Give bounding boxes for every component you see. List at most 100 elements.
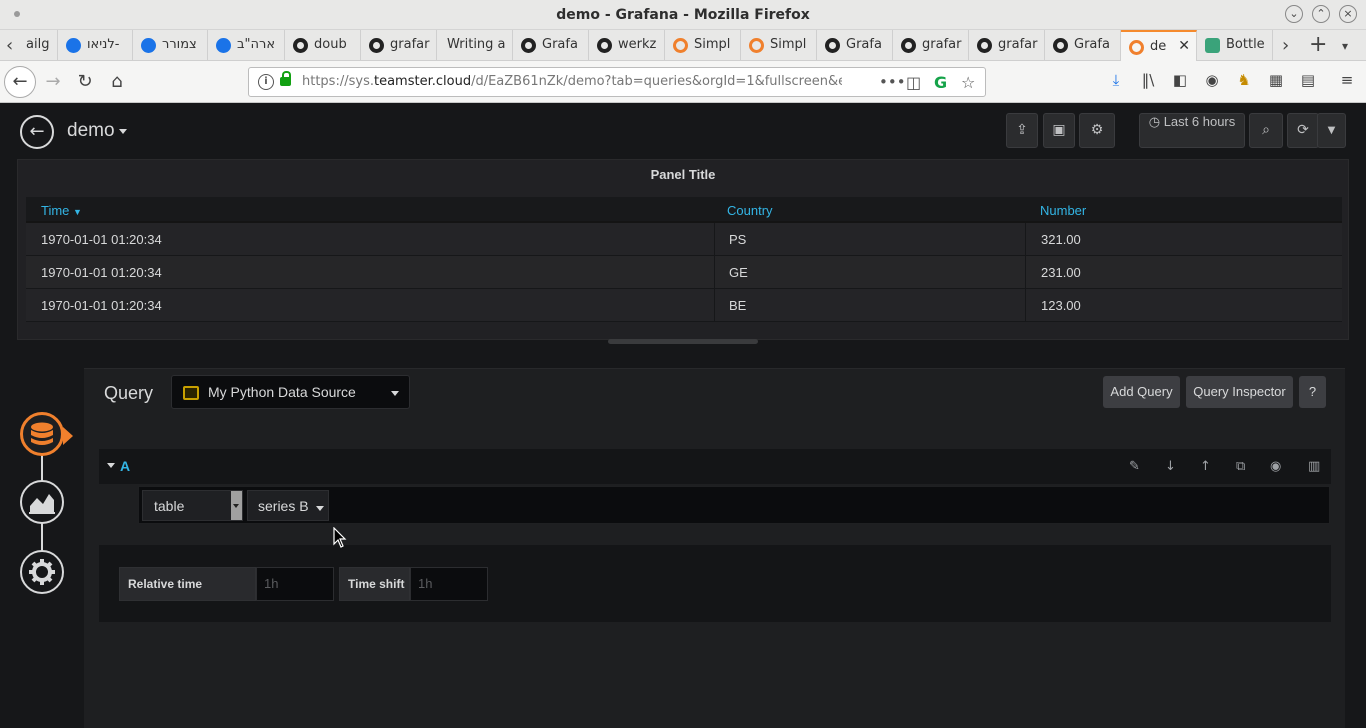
scroll-tabs-left-icon[interactable]: ‹: [6, 35, 13, 56]
query-ref-id[interactable]: A: [120, 458, 130, 474]
browser-tab[interactable]: Bottle: [1197, 30, 1273, 61]
page-actions-icon[interactable]: •••: [879, 73, 906, 91]
query-section-title: Query: [104, 383, 154, 403]
panel-title[interactable]: Panel Title: [18, 167, 1348, 182]
library-icon[interactable]: ‖\: [1137, 69, 1159, 91]
move-down-icon[interactable]: ↓: [1165, 459, 1176, 474]
window-title: demo - Grafana - Mozilla Firefox: [556, 7, 810, 23]
delete-trash-icon[interactable]: ▥: [1308, 459, 1320, 474]
browser-tab[interactable]: doub: [285, 30, 361, 61]
bookmark-star-icon[interactable]: ☆: [961, 73, 975, 92]
forward-icon[interactable]: →: [38, 67, 68, 97]
select-arrow-icon: [231, 491, 242, 520]
chevron-down-icon: [391, 391, 399, 396]
share-icon[interactable]: ⇪: [1006, 113, 1038, 148]
grafana-icon: [749, 38, 764, 53]
browser-tab[interactable]: צמורר: [133, 30, 208, 61]
grafana-icon: [673, 38, 688, 53]
pocket-icon[interactable]: ◫: [906, 73, 921, 92]
scroll-tabs-right-icon[interactable]: ›: [1282, 35, 1289, 56]
query-options: Relative time 1h Time shift 1h: [99, 545, 1331, 622]
browser-tab-active[interactable]: de ✕: [1121, 30, 1197, 62]
database-icon: [31, 422, 53, 445]
refresh-interval-chevron-icon[interactable]: ▼: [1317, 113, 1346, 148]
browser-tab[interactable]: werkz: [589, 30, 665, 61]
close-window-icon[interactable]: ×: [1339, 5, 1357, 23]
grammarly-icon[interactable]: G: [934, 73, 947, 92]
back-icon[interactable]: ←: [4, 66, 36, 98]
close-tab-icon[interactable]: ✕: [1178, 38, 1190, 54]
move-up-icon[interactable]: ↑: [1200, 459, 1211, 474]
home-icon[interactable]: ⌂: [102, 67, 132, 97]
query-inspector-button[interactable]: Query Inspector: [1186, 376, 1293, 408]
column-header-time[interactable]: Time ▼: [41, 203, 82, 218]
github-icon: [293, 38, 308, 53]
browser-tab[interactable]: Simpl: [665, 30, 741, 61]
queries-tab-icon[interactable]: [20, 412, 73, 456]
apps-icon[interactable]: ▦: [1265, 69, 1287, 91]
reader-icon[interactable]: ▤: [1297, 69, 1319, 91]
add-query-button[interactable]: Add Query: [1103, 376, 1180, 408]
relative-time-input[interactable]: 1h: [256, 567, 334, 601]
settings-gear-icon[interactable]: ⚙: [1079, 113, 1115, 148]
datasource-picker[interactable]: My Python Data Source: [171, 375, 410, 409]
help-button[interactable]: ?: [1299, 376, 1326, 408]
query-body: table series B: [138, 486, 1330, 524]
time-shift-input[interactable]: 1h: [410, 567, 488, 601]
browser-tab[interactable]: grafar: [969, 30, 1045, 61]
browser-tab[interactable]: לניאו-: [58, 30, 133, 61]
collapse-caret-icon[interactable]: [107, 463, 115, 468]
github-icon: [901, 38, 916, 53]
visualization-tab-icon[interactable]: [20, 480, 64, 524]
toggle-visibility-eye-icon[interactable]: ◉: [1270, 459, 1281, 474]
series-select[interactable]: series B: [247, 490, 329, 521]
column-header-country[interactable]: Country: [727, 203, 773, 218]
datasource-icon: [183, 386, 199, 400]
url-bar[interactable]: i https://sys.teamster.cloud/d/EaZB61nZk…: [248, 67, 986, 97]
query-row-header[interactable]: A ✎ ↓ ↑ ⧉ ◉ ▥: [99, 449, 1331, 484]
browser-tab[interactable]: ailg: [22, 30, 58, 61]
browser-tab[interactable]: Simpl: [741, 30, 817, 61]
minimize-icon[interactable]: ⌄: [1285, 5, 1303, 23]
general-settings-tab-icon[interactable]: [20, 550, 64, 594]
column-divider: [714, 289, 715, 322]
site-info-icon[interactable]: i: [258, 74, 274, 90]
panel-resize-handle[interactable]: [608, 339, 758, 344]
clock-icon: ◷: [1148, 114, 1161, 129]
browser-tab[interactable]: Grafa: [1045, 30, 1121, 61]
browser-tab[interactable]: ארה"ב: [208, 30, 285, 61]
new-tab-icon[interactable]: +: [1309, 32, 1327, 57]
chevron-down-icon[interactable]: [119, 129, 127, 134]
back-to-dashboard-icon[interactable]: ←: [20, 115, 54, 149]
reload-icon[interactable]: ↻: [70, 67, 100, 97]
lock-icon: [280, 71, 291, 86]
browser-tab[interactable]: grafar: [893, 30, 969, 61]
browser-tab[interactable]: Grafa: [817, 30, 893, 61]
zoom-out-icon[interactable]: ⌕: [1249, 113, 1283, 148]
format-select[interactable]: table: [142, 490, 243, 521]
browser-tab[interactable]: Writing a: [437, 30, 513, 61]
download-icon[interactable]: ⤓: [1105, 69, 1127, 91]
sort-desc-icon: ▼: [73, 207, 82, 217]
time-range-picker[interactable]: ◷ Last 6 hours: [1139, 113, 1245, 148]
menu-icon[interactable]: ≡: [1336, 69, 1358, 91]
browser-tab[interactable]: Grafa: [513, 30, 589, 61]
table-row: 1970-01-01 01:20:34 BE 123.00: [26, 289, 1342, 322]
account-icon[interactable]: ◉: [1201, 69, 1223, 91]
column-header-number[interactable]: Number: [1040, 203, 1086, 218]
extension-icon[interactable]: ♞: [1233, 69, 1255, 91]
browser-tab[interactable]: grafar: [361, 30, 437, 61]
sidebar-icon[interactable]: ◧: [1169, 69, 1191, 91]
dashboard-title[interactable]: demo: [67, 120, 115, 142]
edit-pencil-icon[interactable]: ✎: [1129, 459, 1140, 474]
grafana-icon: [1129, 40, 1144, 55]
cell-number: 231.00: [1041, 265, 1081, 280]
list-tabs-icon[interactable]: ▾: [1342, 39, 1348, 53]
duplicate-icon[interactable]: ⧉: [1236, 459, 1245, 474]
refresh-icon[interactable]: ⟳: [1287, 113, 1319, 148]
maximize-icon[interactable]: ⌃: [1312, 5, 1330, 23]
area-chart-icon: [29, 494, 55, 514]
github-icon: [597, 38, 612, 53]
grafana-app: ← demo ⇪ ▣ ⚙ ◷ Last 6 hours ⌕ ⟳ ▼ Panel …: [0, 103, 1366, 728]
save-icon[interactable]: ▣: [1043, 113, 1075, 148]
